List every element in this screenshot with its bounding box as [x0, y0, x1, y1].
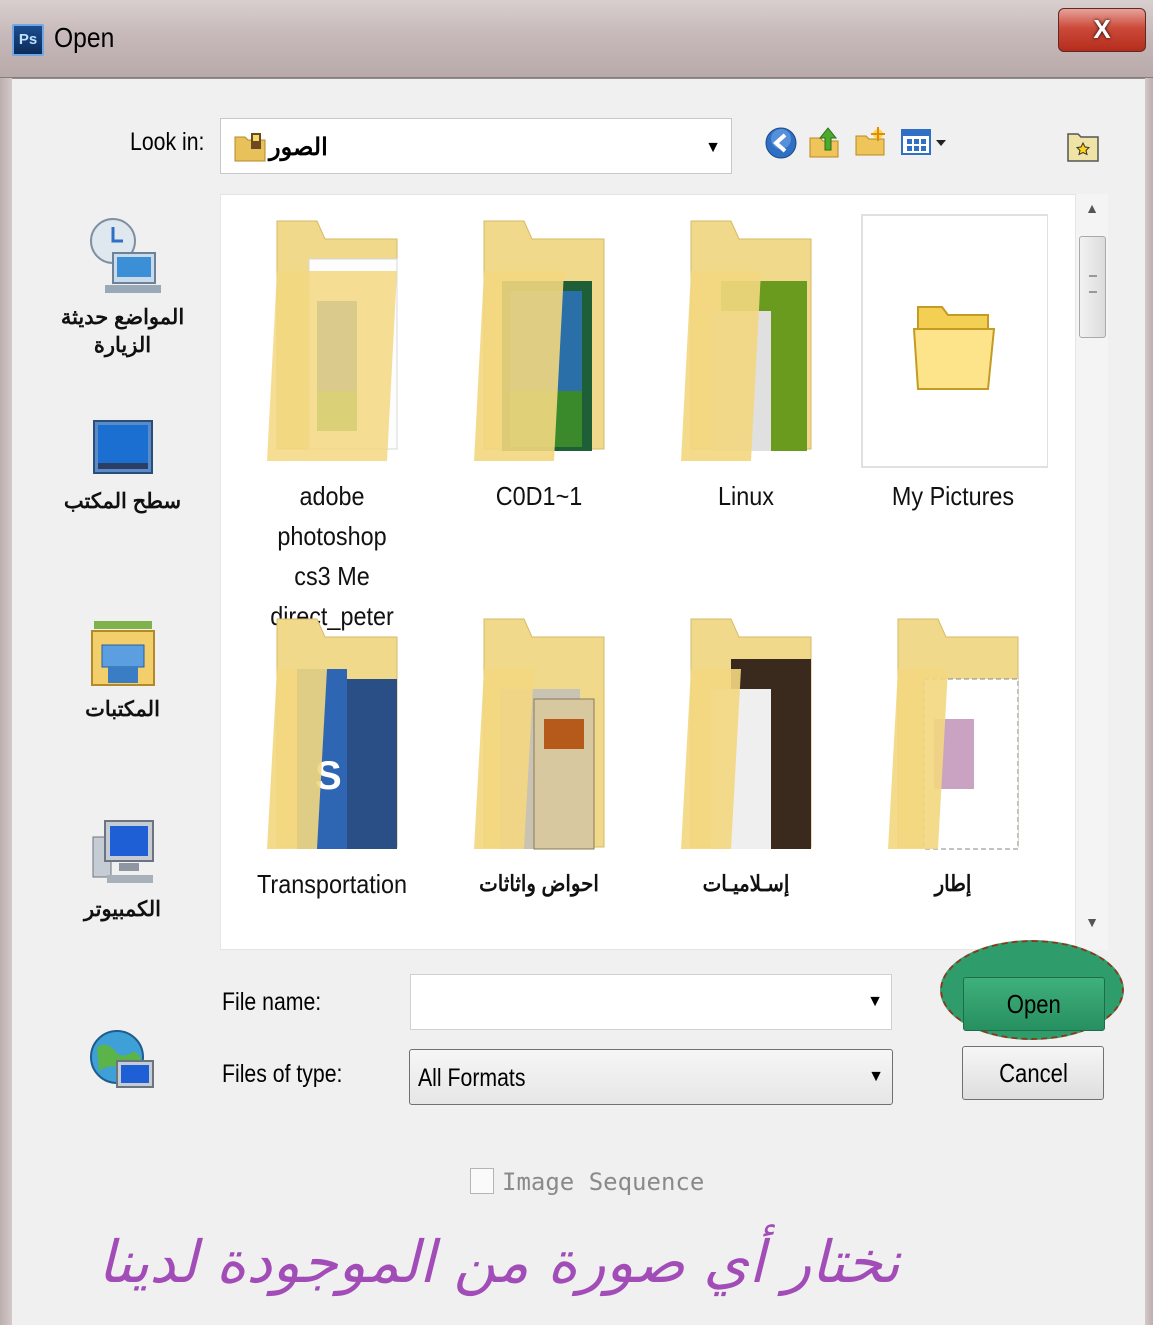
recent-places-icon	[89, 218, 161, 293]
place-desktop[interactable]: سطح المكتب	[40, 417, 205, 516]
file-name-input[interactable]: ▼	[410, 974, 892, 1030]
chevron-down-icon: ▼	[868, 1068, 884, 1085]
window-border-left	[0, 78, 12, 1325]
file-name-label: File name:	[222, 988, 322, 1016]
network-icon	[89, 1030, 154, 1088]
chevron-down-icon: ▼	[705, 139, 721, 156]
file-label: cs3 Me	[294, 561, 370, 591]
open-button[interactable]: Open	[963, 977, 1105, 1031]
place-label: الزيارة	[93, 334, 152, 357]
file-item[interactable]: adobe photoshop cs3 Me direct_peter	[232, 211, 432, 636]
folder-photoshop-icon	[267, 220, 398, 461]
file-item[interactable]: C0D1~1	[439, 211, 639, 516]
file-item[interactable]: احواض واثاثات	[439, 609, 639, 904]
file-item[interactable]: My Pictures	[853, 211, 1053, 516]
folder-islamic-icon	[681, 618, 812, 849]
up-folder-icon[interactable]	[808, 126, 842, 165]
grip-icon	[1089, 275, 1097, 293]
place-label: المواضع حديثة	[60, 306, 185, 329]
place-network[interactable]	[40, 1027, 205, 1104]
file-type-select[interactable]: All Formats ▼	[409, 1049, 893, 1105]
file-label: Transportation	[256, 869, 408, 899]
tutorial-caption: نختار أي صورة من الموجودة لدينا	[97, 1228, 900, 1296]
file-label: My Pictures	[891, 481, 1015, 511]
desktop-icon	[92, 420, 153, 474]
image-sequence-checkbox[interactable]	[470, 1168, 494, 1194]
chevron-down-icon[interactable]: ▼	[867, 993, 883, 1011]
file-list[interactable]: adobe photoshop cs3 Me direct_peter C0D1…	[220, 194, 1076, 950]
file-label: C0D1~1	[495, 481, 583, 511]
file-label: احواض واثاثات	[479, 871, 599, 896]
folder-linux-icon	[681, 220, 812, 461]
place-computer[interactable]: الكمبيوتر	[40, 815, 205, 924]
title-bar: Ps Open X	[0, 0, 1153, 78]
libraries-icon	[90, 621, 155, 686]
file-type-value: All Formats	[418, 1064, 526, 1092]
file-label: إسـلاميـات	[702, 871, 790, 896]
photoshop-app-icon: Ps	[12, 24, 44, 56]
folder-furniture-icon	[474, 618, 605, 850]
file-item[interactable]: S Transportation	[232, 609, 432, 904]
folder-transportation-icon: S	[267, 618, 398, 849]
back-icon[interactable]	[764, 126, 798, 165]
view-menu-icon[interactable]	[900, 126, 952, 165]
place-label: الكمبيوتر	[84, 898, 161, 921]
folder-star-icon[interactable]	[1066, 128, 1100, 169]
file-type-label: Files of type:	[222, 1060, 343, 1088]
folder-c0d1-icon	[474, 220, 605, 461]
look-in-value: الصور	[269, 134, 328, 161]
cancel-button[interactable]: Cancel	[962, 1046, 1104, 1100]
folder-my-pictures-icon	[861, 214, 1049, 468]
file-item[interactable]: Linux	[646, 211, 846, 516]
file-item[interactable]: إطار	[853, 609, 1053, 904]
scroll-up-icon[interactable]: ▲	[1076, 200, 1108, 224]
computer-icon	[92, 820, 154, 883]
places-bar: المواضع حديثة الزيارة سطح المكتب المكتبا…	[40, 195, 205, 1095]
close-button[interactable]: X	[1058, 8, 1146, 52]
window-border-right	[1145, 78, 1153, 1325]
file-item[interactable]: إسـلاميـات	[646, 609, 846, 904]
look-in-label: Look in:	[130, 128, 205, 156]
place-label: المكتبات	[85, 698, 160, 721]
place-recent[interactable]: المواضع حديثة الزيارة	[40, 213, 205, 360]
new-folder-icon[interactable]	[854, 126, 888, 165]
place-libraries[interactable]: المكتبات	[40, 615, 205, 724]
file-label: adobe photoshop	[277, 481, 387, 551]
folder-icon	[233, 131, 267, 168]
scroll-down-icon[interactable]: ▼	[1076, 914, 1108, 938]
file-label: Linux	[718, 481, 774, 511]
folder-frame-icon	[888, 618, 1019, 850]
window-title: Open	[54, 22, 115, 53]
place-label: سطح المكتب	[63, 490, 182, 513]
file-list-scrollbar[interactable]: ▲ ▼	[1076, 194, 1108, 950]
scroll-thumb[interactable]	[1079, 236, 1106, 338]
file-label: إطار	[934, 871, 972, 896]
image-sequence-label: Image Sequence	[502, 1168, 705, 1196]
look-in-dropdown[interactable]: الصور ▼	[220, 118, 732, 174]
